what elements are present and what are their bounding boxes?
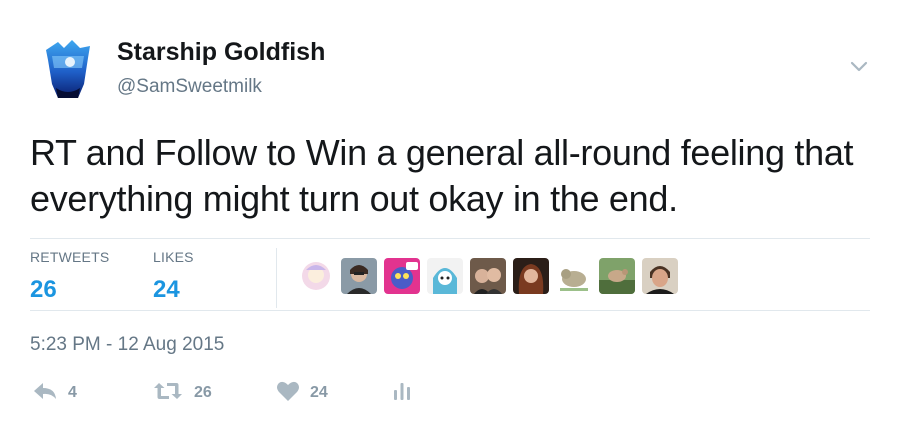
analytics-icon [392,380,412,407]
liker-avatar[interactable] [642,258,678,294]
liker-avatars [298,258,678,294]
divider [30,238,870,239]
liker-avatar[interactable] [599,258,635,294]
heart-icon [276,380,300,407]
tweet-text: RT and Follow to Win a general all-round… [30,132,854,219]
tweet-card: Starship Goldfish @SamSweetmilk RT and F… [0,0,906,442]
retweets-label: RETWEETS [30,249,110,265]
liker-avatar[interactable] [298,258,334,294]
liker-avatar[interactable] [384,258,420,294]
like-button[interactable]: 24 [276,380,328,406]
likes-stat[interactable]: LIKES 24 [153,249,194,304]
chevron-down-icon[interactable] [846,56,872,76]
tweet-timestamp[interactable]: 5:23 PM - 12 Aug 2015 [30,334,224,356]
retweets-stat[interactable]: RETWEETS 26 [30,249,109,304]
likes-count: 24 [153,276,180,303]
author-avatar[interactable] [32,34,104,106]
reply-button[interactable]: 4 [32,380,77,406]
retweet-button[interactable]: 26 [152,380,212,406]
reply-icon [32,381,58,406]
reply-count: 4 [68,384,77,401]
author-name[interactable]: Starship Goldfish [117,38,325,67]
retweets-count: 26 [30,276,57,303]
like-count: 24 [310,384,328,401]
analytics-button[interactable] [392,380,412,406]
liker-avatar[interactable] [341,258,377,294]
liker-avatar[interactable] [513,258,549,294]
stats-separator [276,248,277,308]
liker-avatar[interactable] [470,258,506,294]
author-handle[interactable]: @SamSweetmilk [117,76,262,98]
liker-avatar[interactable] [427,258,463,294]
retweet-count: 26 [194,384,212,401]
divider [30,310,870,311]
likes-label: LIKES [153,249,194,265]
liker-avatar[interactable] [556,258,592,294]
retweet-icon [152,380,184,407]
